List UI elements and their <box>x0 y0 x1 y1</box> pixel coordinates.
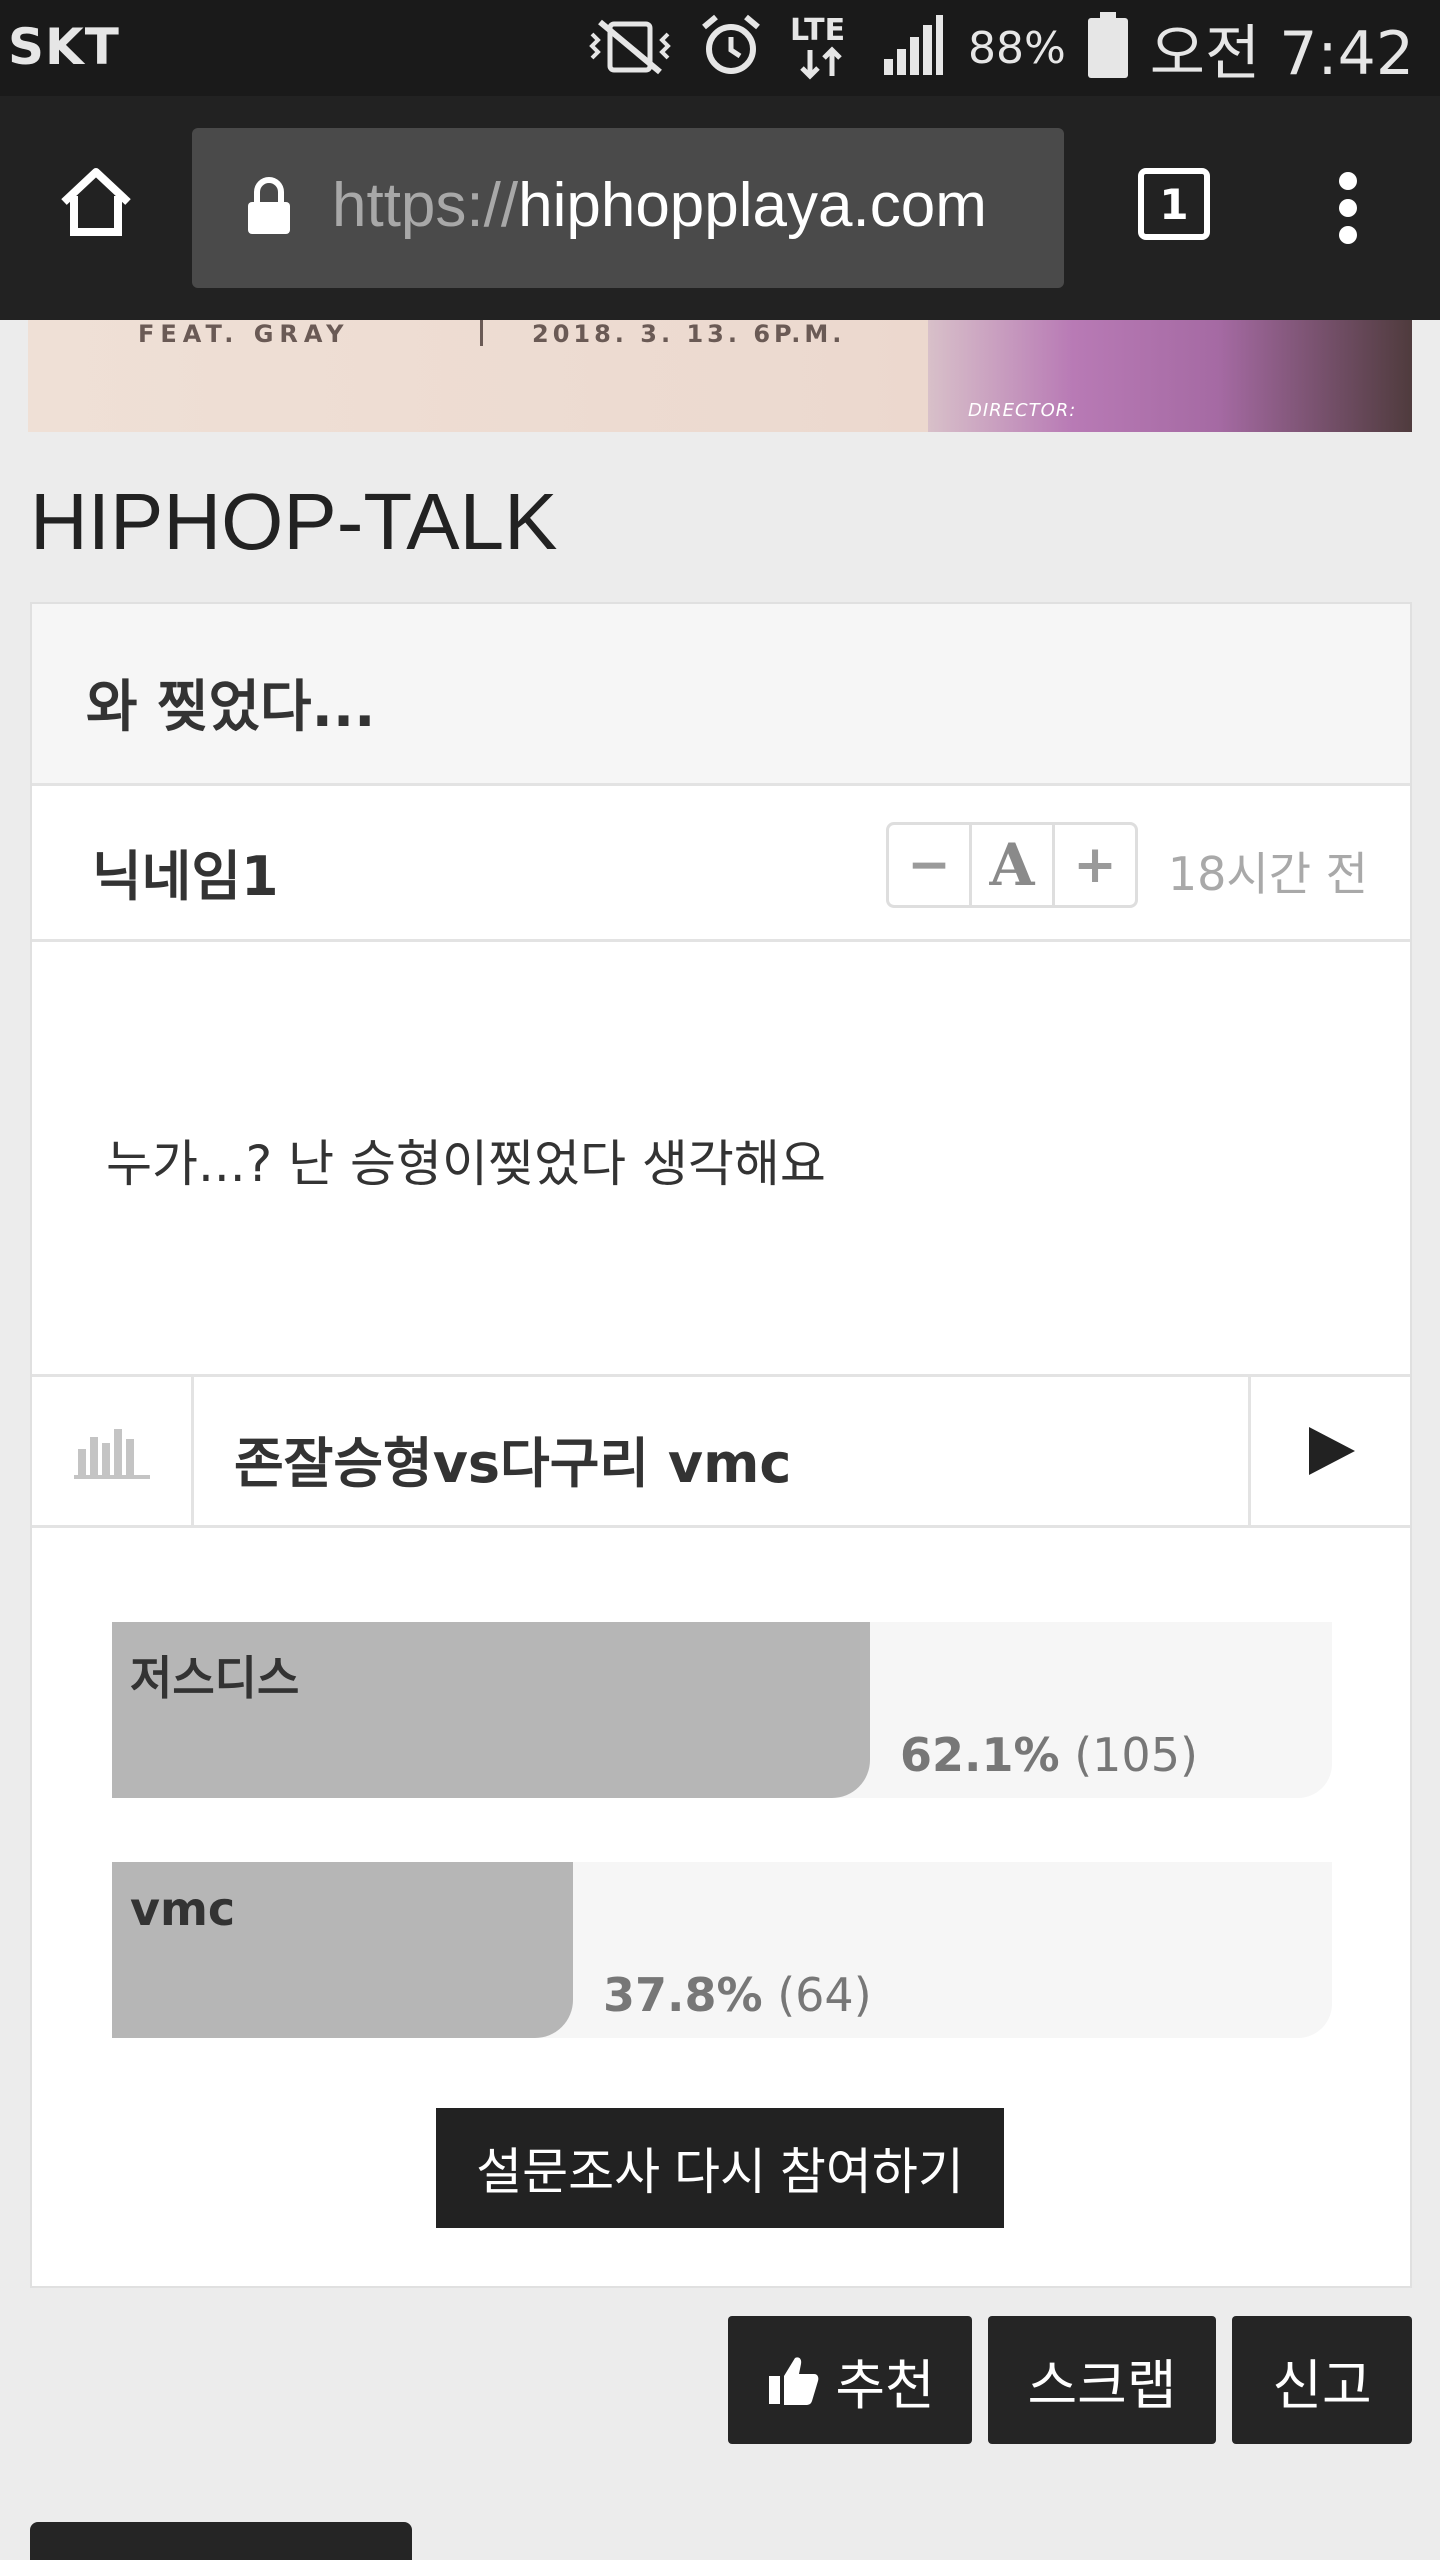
battery-icon <box>1087 12 1128 84</box>
poll-option-count: (64) <box>777 1968 872 2022</box>
home-icon <box>61 168 131 236</box>
play-icon <box>1308 1427 1355 1475</box>
bottom-partial-button[interactable] <box>30 2522 412 2560</box>
lock-icon <box>246 176 292 240</box>
font-reset-button[interactable]: A <box>969 825 1052 905</box>
carrier-label: SKT <box>8 18 120 76</box>
font-decrease-button[interactable]: − <box>889 825 969 905</box>
signal-icon <box>880 13 946 83</box>
tabs-button[interactable]: 1 <box>1138 168 1210 240</box>
promo-banner[interactable]: FEAT. GRAY 2018. 3. 13. 6P.M. DIRECTOR: <box>28 320 1412 432</box>
bar-chart-icon <box>73 1429 150 1479</box>
poll-option-label: 저스디스 <box>130 1651 300 1705</box>
url-text: https://hiphopplaya.com <box>332 170 987 241</box>
post-time: 18시간 전 <box>1167 847 1368 901</box>
poll-next-button[interactable] <box>1248 1377 1410 1525</box>
overflow-menu-button[interactable] <box>1322 172 1374 244</box>
tabs-icon-count: 1 <box>1159 179 1189 229</box>
banner-image: DIRECTOR: <box>928 320 1412 432</box>
poll-question: 존잘승형vs다구리 vmc <box>234 1432 792 1495</box>
clock: 오전 7:42 <box>1149 18 1414 89</box>
lte-data-icon: LTE <box>786 10 858 86</box>
poll-option: 저스디스 62.1% (105) <box>112 1622 1332 1798</box>
poll-option-percent: 37.8% <box>603 1968 763 2022</box>
poll-results-button[interactable] <box>32 1377 194 1525</box>
status-icons: LTE 88% 오전 7:42 <box>584 10 1414 89</box>
post-meta: 닉네임1 − A + 18시간 전 <box>32 786 1410 942</box>
poll-option-stat: 37.8% (64) <box>603 1968 872 2022</box>
author-nickname[interactable]: 닉네임1 <box>92 832 279 911</box>
scrap-button[interactable]: 스크랩 <box>988 2316 1216 2444</box>
poll-option-count: (105) <box>1074 1728 1198 1782</box>
url-host: hiphopplaya.com <box>518 171 987 240</box>
post-body: 누가...? 난 승형이찢었다 생각해요 <box>106 1135 826 1193</box>
poll-option-percent: 62.1% <box>900 1728 1060 1782</box>
post-title: 와 찢었다... <box>86 675 376 740</box>
address-bar[interactable]: https://hiphopplaya.com <box>192 128 1064 288</box>
recommend-button[interactable]: 추천 <box>728 2316 972 2444</box>
banner-divider <box>480 320 483 346</box>
recommend-label: 추천 <box>835 2353 935 2417</box>
banner-feat-text: FEAT. GRAY <box>138 320 350 348</box>
url-protocol: https:// <box>332 171 519 240</box>
poll-option-stat: 62.1% (105) <box>900 1728 1198 1782</box>
post-header: 와 찢었다... <box>32 604 1410 786</box>
retake-poll-button[interactable]: 설문조사 다시 참여하기 <box>436 2108 1004 2228</box>
font-size-control: − A + <box>886 822 1138 908</box>
menu-dot <box>1339 226 1357 244</box>
poll-option: vmc 37.8% (64) <box>112 1862 1332 2038</box>
battery-percent: 88% <box>967 22 1066 74</box>
board-title: HIPHOP-TALK <box>30 477 558 566</box>
report-button[interactable]: 신고 <box>1232 2316 1412 2444</box>
home-button[interactable] <box>48 154 144 250</box>
post-card: 와 찢었다... 닉네임1 − A + 18시간 전 누가...? 난 승형이찢… <box>30 602 1412 2288</box>
thumbs-up-icon <box>769 2357 819 2405</box>
banner-date-text: 2018. 3. 13. 6P.M. <box>532 320 846 348</box>
alarm-icon <box>698 13 764 83</box>
banner-tag-text: DIRECTOR: <box>968 400 1077 421</box>
menu-dot <box>1339 199 1357 217</box>
poll-header: 존잘승형vs다구리 vmc <box>32 1374 1410 1528</box>
svg-text:LTE: LTE <box>790 13 845 48</box>
status-bar: SKT LTE 88% 오전 7:42 <box>0 0 1440 96</box>
vibrate-icon <box>584 16 676 80</box>
overflow-menu-icon <box>1339 172 1357 190</box>
poll-option-label: vmc <box>130 1882 236 1936</box>
font-increase-button[interactable]: + <box>1052 825 1135 905</box>
browser-toolbar: https://hiphopplaya.com 1 <box>0 96 1440 320</box>
